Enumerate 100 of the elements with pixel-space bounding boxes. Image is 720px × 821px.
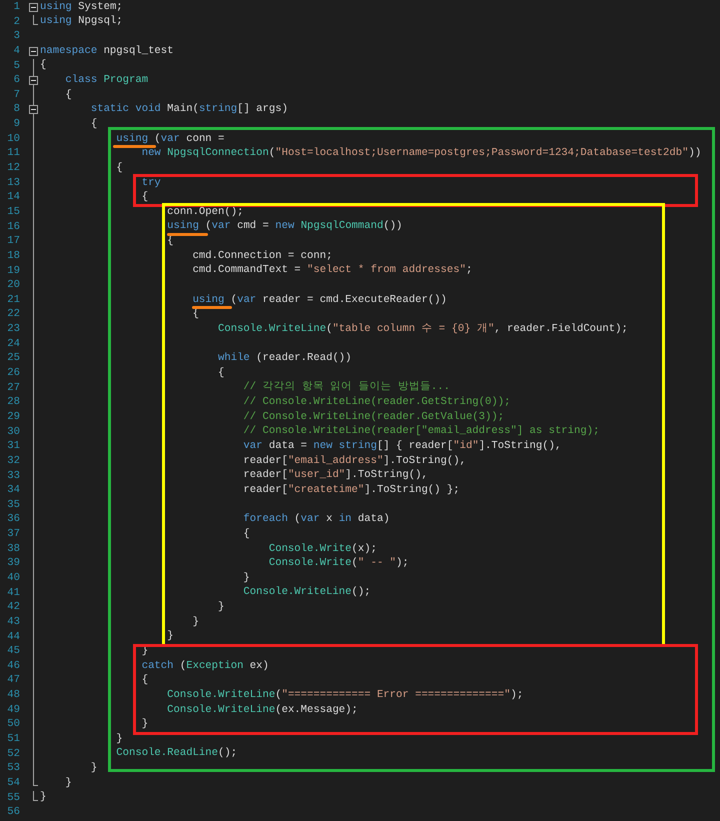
line-number: 5 <box>12 58 21 74</box>
code-line: Console.WriteLine(); <box>242 587 371 598</box>
line-number: 52 <box>6 746 21 762</box>
line-number: 39 <box>6 556 21 571</box>
code-line: class Program <box>64 75 148 86</box>
code-line: cmd.CommandText = "select * from addresses"; <box>192 265 472 276</box>
underline-mark <box>192 306 232 309</box>
code-line: namespace npgsql_test <box>40 46 174 57</box>
line-number: 28 <box>6 395 21 410</box>
code-line: { <box>90 118 98 130</box>
line-number: 27 <box>6 380 21 396</box>
line-number: 13 <box>6 176 21 190</box>
code-line: } <box>242 572 250 584</box>
line-number: 19 <box>6 264 21 278</box>
code-line: { <box>217 368 224 379</box>
line-number: 47 <box>6 673 21 688</box>
code-line: using Npgsql; <box>40 16 123 28</box>
line-number: 10 <box>6 132 21 146</box>
code-line: // Console.WriteLine(reader["email_address"] as string); <box>242 426 600 438</box>
code-line: } <box>192 616 199 628</box>
line-number: 33 <box>6 468 21 484</box>
line-number: 49 <box>6 702 21 718</box>
code-line: } <box>64 778 72 789</box>
code-line: using (var conn = <box>115 134 224 145</box>
code-line: using System; <box>40 2 123 13</box>
code-line: using (var reader = cmd.ExecuteReader()) <box>192 294 447 306</box>
code-line: } <box>40 792 46 804</box>
code-line: catch (Exception ex) <box>140 660 269 672</box>
collapse-icon[interactable] <box>29 3 38 12</box>
line-number: 50 <box>6 717 21 732</box>
line-number: 26 <box>6 366 21 381</box>
line-number: 25 <box>6 351 21 366</box>
code-line: Console.ReadLine(); <box>115 748 238 760</box>
line-number: 32 <box>6 454 21 469</box>
code-line: { <box>115 162 123 174</box>
line-number: 42 <box>6 600 21 615</box>
line-number: 40 <box>6 570 21 586</box>
line-number: 56 <box>6 805 21 820</box>
line-number: 23 <box>6 322 21 337</box>
line-number: 3 <box>12 29 21 44</box>
code-line: var data = new string[] { reader["id"].ToString(), <box>242 441 562 452</box>
line-number: 34 <box>6 483 21 498</box>
line-number: 46 <box>6 658 21 674</box>
line-number: 16 <box>6 220 21 234</box>
line-number: 44 <box>6 630 21 644</box>
line-number: 29 <box>6 410 21 425</box>
code-line: new NpgsqlConnection("Host=localhost;Username=postgres;Password=1234;Database=test2db")) <box>140 148 702 160</box>
code-line: } <box>90 763 98 774</box>
code-line: reader["email_address"].ToString(), <box>242 456 466 467</box>
line-number: 7 <box>12 88 21 102</box>
line-number: 4 <box>12 44 21 59</box>
code-line: Console.WriteLine("table column 수 = {0} 개", reader.FieldCount); <box>217 324 628 335</box>
line-number: 18 <box>6 248 21 264</box>
collapse-icon[interactable] <box>29 46 38 56</box>
line-number: 36 <box>6 512 21 528</box>
line-number: 30 <box>6 424 21 440</box>
code-line: conn.Open(); <box>166 206 244 218</box>
line-number: 24 <box>6 336 21 352</box>
code-line: { <box>242 528 250 540</box>
line-number: 38 <box>6 542 21 556</box>
line-number: 43 <box>6 614 21 630</box>
line-number: 2 <box>12 14 21 30</box>
line-number: 53 <box>6 761 21 776</box>
code-line: { <box>64 90 72 101</box>
code-line: { <box>140 675 148 686</box>
code-line: // Console.WriteLine(reader.GetString(0)); <box>242 397 510 408</box>
line-number: 8 <box>12 102 21 118</box>
line-number: 21 <box>6 292 21 308</box>
collapse-icon[interactable] <box>29 76 38 86</box>
line-number: 15 <box>6 204 21 220</box>
code-line: } <box>217 602 224 614</box>
code-line: Console.Write(x); <box>268 544 377 555</box>
code-line: } <box>140 719 148 730</box>
code-line: using (var cmd = new NpgsqlCommand()) <box>166 221 402 232</box>
line-number: 51 <box>6 732 21 747</box>
collapse-icon[interactable] <box>29 105 38 114</box>
code-line: } <box>115 734 123 745</box>
line-number: 35 <box>6 498 21 512</box>
line-number: 54 <box>6 776 21 791</box>
line-number: 37 <box>6 527 21 542</box>
code-line: Console.WriteLine("============= Error =============="); <box>166 690 524 701</box>
line-number: 9 <box>12 117 21 132</box>
code-line: try <box>140 178 161 188</box>
code-line: Console.WriteLine(ex.Message); <box>166 704 358 716</box>
line-number: 6 <box>12 73 21 88</box>
code-line: // Console.WriteLine(reader.GetValue(3)); <box>242 412 504 423</box>
underline-mark <box>167 233 208 236</box>
line-number: 20 <box>6 278 21 293</box>
code-line: cmd.Connection = conn; <box>192 250 332 262</box>
code-line: } <box>166 631 174 642</box>
line-number: 17 <box>6 234 21 249</box>
line-number: 48 <box>6 688 21 703</box>
line-number: 1 <box>12 0 21 15</box>
line-number: 41 <box>6 586 21 600</box>
line-number: 31 <box>6 439 21 454</box>
line-number: 45 <box>6 644 21 659</box>
code-line: foreach (var x in data) <box>242 514 390 526</box>
code-line: Console.Write(" -- "); <box>268 558 409 570</box>
code-line: while (reader.Read()) <box>217 353 352 364</box>
line-number: 22 <box>6 307 21 322</box>
